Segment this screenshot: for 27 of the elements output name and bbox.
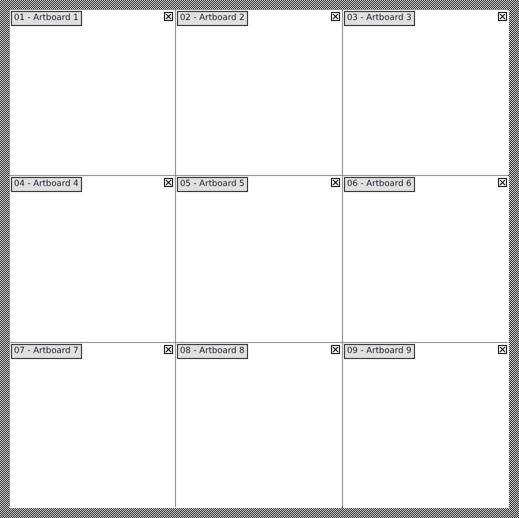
close-icon[interactable]: [331, 178, 340, 187]
artboard-label: 08 - Artboard 8: [177, 344, 248, 359]
close-icon[interactable]: [498, 345, 507, 354]
artboard[interactable]: 08 - Artboard 8: [176, 343, 342, 508]
artboard-label: 06 - Artboard 6: [344, 177, 415, 192]
close-icon[interactable]: [498, 178, 507, 187]
close-icon[interactable]: [164, 12, 173, 21]
artboard[interactable]: 01 - Artboard 1: [10, 10, 175, 175]
artboard-label: 09 - Artboard 9: [344, 344, 415, 359]
artboard[interactable]: 03 - Artboard 3: [343, 10, 509, 175]
close-icon[interactable]: [331, 12, 340, 21]
artboard[interactable]: 09 - Artboard 9: [343, 343, 509, 508]
close-icon[interactable]: [331, 345, 340, 354]
artboard[interactable]: 06 - Artboard 6: [343, 176, 509, 342]
close-icon[interactable]: [164, 178, 173, 187]
artboard-label: 01 - Artboard 1: [11, 11, 82, 26]
artboard[interactable]: 07 - Artboard 7: [10, 343, 175, 508]
artboard-label: 03 - Artboard 3: [344, 11, 415, 26]
artboard-label: 05 - Artboard 5: [177, 177, 248, 192]
artboard[interactable]: 02 - Artboard 2: [176, 10, 342, 175]
close-icon[interactable]: [498, 12, 507, 21]
close-icon[interactable]: [164, 345, 173, 354]
artboard-label: 04 - Artboard 4: [11, 177, 82, 192]
artboard-label: 02 - Artboard 2: [177, 11, 248, 26]
artboard-label: 07 - Artboard 7: [11, 344, 82, 359]
artboard[interactable]: 04 - Artboard 4: [10, 176, 175, 342]
artboard[interactable]: 05 - Artboard 5: [176, 176, 342, 342]
